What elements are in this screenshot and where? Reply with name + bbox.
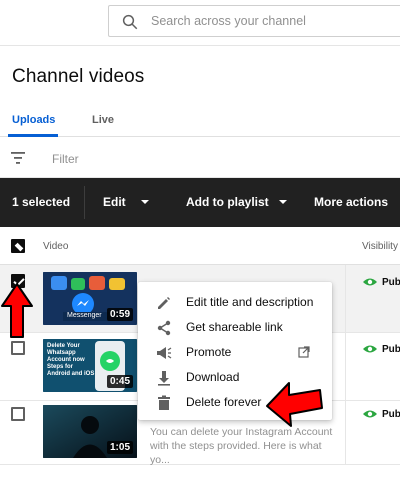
add-to-playlist-button[interactable]: Add to playlist xyxy=(186,195,269,209)
column-divider xyxy=(345,333,346,400)
playlist-caret-icon[interactable] xyxy=(279,200,287,204)
active-tab-indicator xyxy=(8,134,58,137)
annotation-arrow-up xyxy=(1,283,33,338)
select-all-checkbox[interactable] xyxy=(11,239,25,253)
visibility-status[interactable]: Pub xyxy=(363,409,400,420)
video-duration: 0:59 xyxy=(106,308,133,321)
table-header: Video Visibility xyxy=(0,227,400,265)
video-thumbnail[interactable]: 1:05 xyxy=(43,405,137,458)
tab-uploads[interactable]: Uploads xyxy=(12,114,55,126)
menu-item-promote[interactable]: Promote xyxy=(138,340,332,365)
search-input[interactable]: Search across your channel xyxy=(151,14,306,28)
column-divider xyxy=(345,265,346,332)
eye-icon xyxy=(363,345,377,353)
share-icon xyxy=(157,320,171,336)
selected-count: 1 selected xyxy=(12,195,71,209)
visibility-status[interactable]: Pub xyxy=(363,344,400,355)
filter-icon[interactable] xyxy=(11,152,25,164)
search-icon xyxy=(122,14,138,30)
menu-item-label: Edit title and description xyxy=(186,295,314,309)
column-header-visibility: Visibility xyxy=(362,241,398,252)
megaphone-icon xyxy=(157,347,172,359)
edit-dropdown-button[interactable]: Edit xyxy=(103,195,126,209)
menu-item-label: Delete forever xyxy=(186,395,262,409)
tab-live[interactable]: Live xyxy=(92,114,114,126)
video-thumbnail[interactable]: Messenger 0:59 xyxy=(43,272,137,325)
video-duration: 0:45 xyxy=(106,375,133,388)
visibility-label: Pub xyxy=(382,409,400,420)
channel-search-box[interactable]: Search across your channel xyxy=(108,5,400,37)
column-divider xyxy=(345,401,346,464)
thumbnail-text: Delete Your Whatsapp Account now Steps f… xyxy=(47,343,95,377)
tab-bar: Uploads Live xyxy=(0,104,400,137)
top-bar: Search across your channel xyxy=(0,0,400,46)
action-bar-divider xyxy=(84,186,85,219)
menu-item-edit-title[interactable]: Edit title and description xyxy=(138,290,332,315)
eye-icon xyxy=(363,410,377,418)
visibility-status[interactable]: Pub xyxy=(363,277,400,288)
menu-item-label: Promote xyxy=(186,345,232,359)
video-description: You can delete your Instagram Account wi… xyxy=(150,426,333,466)
row-checkbox[interactable] xyxy=(11,407,25,421)
eye-icon xyxy=(363,278,377,286)
menu-item-label: Download xyxy=(186,370,240,384)
menu-item-get-link[interactable]: Get shareable link xyxy=(138,315,332,340)
external-link-icon xyxy=(298,346,310,358)
bulk-action-bar: 1 selected Edit Add to playlist More act… xyxy=(0,178,400,227)
video-thumbnail[interactable]: Delete Your Whatsapp Account now Steps f… xyxy=(43,339,137,392)
download-icon xyxy=(158,371,170,386)
visibility-label: Pub xyxy=(382,277,400,288)
trash-icon xyxy=(158,395,170,410)
pencil-icon xyxy=(158,297,170,309)
row-checkbox[interactable] xyxy=(11,341,25,355)
column-header-video: Video xyxy=(43,241,69,252)
annotation-arrow-left xyxy=(266,382,323,427)
filter-bar[interactable]: Filter xyxy=(0,140,400,178)
video-duration: 1:05 xyxy=(106,441,133,454)
edit-caret-icon[interactable] xyxy=(141,200,149,204)
more-actions-button[interactable]: More actions xyxy=(314,195,388,209)
filter-input[interactable]: Filter xyxy=(52,152,79,166)
thumbnail-text: Messenger xyxy=(67,312,102,319)
page-title: Channel videos xyxy=(12,66,145,87)
menu-item-label: Get shareable link xyxy=(186,320,283,334)
visibility-label: Pub xyxy=(382,344,400,355)
